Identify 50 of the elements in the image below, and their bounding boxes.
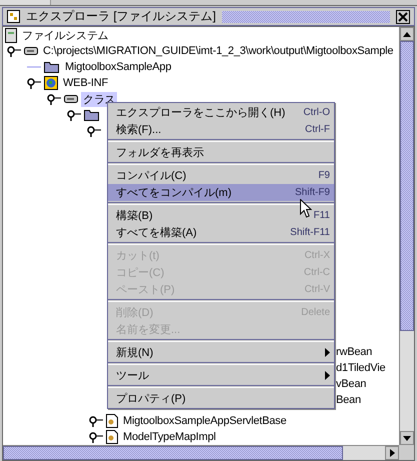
menu-item[interactable]: 検索(F)... Ctrl-F — [108, 121, 334, 138]
filesystem-icon — [5, 28, 17, 42]
drive-icon — [24, 46, 38, 56]
down-arrow-icon — [403, 436, 411, 440]
pin-icon[interactable] — [67, 109, 81, 121]
tree-item[interactable]: MigtoolboxSampleApp — [63, 61, 174, 73]
tree-item[interactable]: Bean — [334, 394, 363, 406]
scroll-right-button[interactable] — [385, 446, 399, 460]
menu-item[interactable]: フォルダを再表示 — [108, 144, 334, 161]
menu-item[interactable]: コンパイル(C) F9 — [108, 167, 334, 184]
tree-item[interactable]: MigtoolboxSampleAppServletBase — [121, 415, 288, 427]
up-arrow-icon — [403, 32, 411, 36]
tree-item[interactable]: ModelTypeMapImpl — [121, 431, 218, 443]
tree-item[interactable]: ファイルシステム — [20, 28, 110, 42]
pin-icon[interactable] — [7, 45, 21, 57]
menu-item[interactable]: ツール — [108, 367, 334, 384]
menu-item[interactable]: エクスプローラをここから開く(H) Ctrl-O — [108, 104, 334, 121]
folder-icon — [84, 109, 100, 121]
mouse-cursor-icon — [300, 199, 312, 218]
folder-icon — [44, 61, 60, 73]
window-title: エクスプローラ [ファイルシステム] — [26, 8, 216, 25]
submenu-arrow-icon — [325, 371, 330, 380]
class-file-icon — [106, 414, 118, 428]
pin-icon[interactable] — [47, 93, 61, 105]
scroll-thumb[interactable] — [400, 41, 414, 331]
tree-item[interactable]: vBean — [334, 378, 368, 390]
globe-icon — [44, 76, 58, 90]
menu-item[interactable]: プロパティ(P) — [108, 390, 334, 407]
menu-item[interactable]: 新規(N) — [108, 344, 334, 361]
vertical-scrollbar[interactable] — [399, 27, 414, 445]
horizontal-scrollbar[interactable] — [3, 445, 399, 460]
scroll-down-button[interactable] — [400, 431, 414, 445]
pin-icon[interactable] — [89, 431, 103, 443]
menu-item[interactable]: 構築(B) F11 — [108, 207, 334, 224]
explorer-icon — [7, 10, 20, 23]
pin-icon[interactable] — [27, 77, 41, 89]
tree-item[interactable]: C:\projects\MIGRATION_GUIDE\imt-1_2_3\work\output\MigtoolboxSample — [41, 45, 396, 57]
pin-icon[interactable] — [87, 125, 101, 137]
menu-item[interactable]: すべてを構築(A) Shift-F11 — [108, 224, 334, 241]
scroll-thumb[interactable] — [3, 446, 343, 460]
menu-item[interactable]: すべてをコンパイル(m) Shift-F9 — [108, 184, 334, 201]
tree-item[interactable]: rwBean — [334, 346, 374, 358]
drive-icon — [64, 94, 78, 104]
tree-item[interactable]: d1TiledVie — [334, 362, 388, 374]
submenu-arrow-icon — [325, 348, 330, 357]
scroll-up-button[interactable] — [400, 27, 414, 41]
right-arrow-icon — [390, 449, 394, 457]
close-icon[interactable] — [396, 10, 410, 24]
pin-icon[interactable] — [89, 415, 103, 427]
tree-item[interactable]: WEB-INF — [61, 77, 110, 89]
